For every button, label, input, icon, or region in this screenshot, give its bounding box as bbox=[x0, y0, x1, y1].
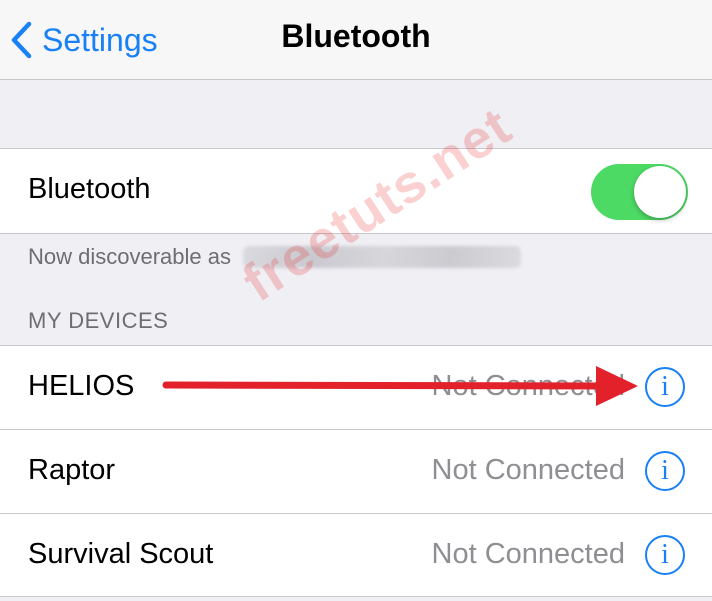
device-name: Survival Scout bbox=[28, 538, 214, 570]
blurred-device-name bbox=[242, 246, 521, 268]
info-icon[interactable]: i bbox=[645, 367, 685, 407]
info-icon[interactable]: i bbox=[645, 451, 685, 491]
device-status: Not Connected bbox=[431, 538, 625, 570]
device-list: HELIOS Not Connected i Raptor Not Connec… bbox=[0, 345, 712, 597]
my-devices-header: MY DEVICES bbox=[28, 308, 169, 333]
discoverable-text: Now discoverable as bbox=[28, 244, 231, 269]
device-row-raptor[interactable]: Raptor Not Connected i bbox=[0, 429, 712, 513]
discoverable-note: Now discoverable as bbox=[28, 244, 521, 270]
nav-bar: Settings Bluetooth bbox=[0, 0, 712, 80]
bluetooth-row: Bluetooth bbox=[0, 148, 712, 234]
toggle-knob bbox=[634, 166, 686, 218]
page-title: Bluetooth bbox=[281, 18, 431, 54]
device-row-survival-scout[interactable]: Survival Scout Not Connected i bbox=[0, 513, 712, 597]
device-name: HELIOS bbox=[28, 370, 135, 402]
info-icon[interactable]: i bbox=[645, 535, 685, 575]
device-status: Not Connected bbox=[431, 370, 625, 402]
bluetooth-label: Bluetooth bbox=[28, 173, 151, 205]
device-row-helios[interactable]: HELIOS Not Connected i bbox=[0, 345, 712, 429]
bluetooth-toggle[interactable] bbox=[591, 164, 688, 220]
device-name: Raptor bbox=[28, 454, 116, 486]
device-status: Not Connected bbox=[431, 454, 625, 486]
